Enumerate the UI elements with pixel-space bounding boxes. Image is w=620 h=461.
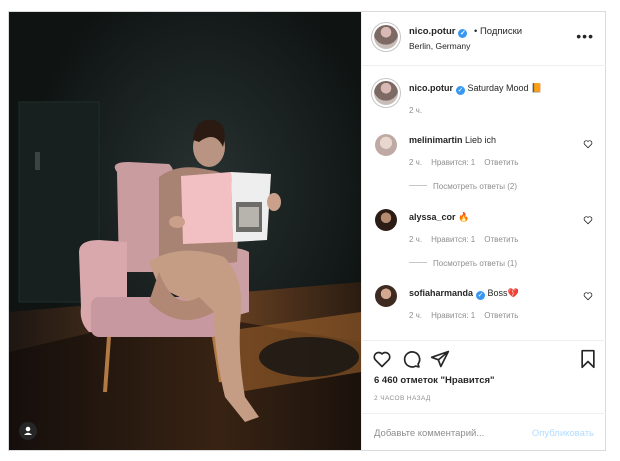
comment-meta: 2 ч. Нравится: 1 Ответить	[409, 158, 527, 167]
author-avatar[interactable]	[371, 22, 401, 52]
post-photo[interactable]	[9, 12, 361, 450]
comment-text: sofiaharmanda ✓ Boss💔	[409, 288, 519, 300]
follow-button[interactable]: • Подписки	[474, 26, 522, 37]
add-comment-bar: Добавьте комментарий... Опубликовать	[362, 413, 606, 451]
bookmark-icon[interactable]	[578, 349, 598, 369]
comment-avatar[interactable]	[375, 209, 397, 231]
more-icon[interactable]: •••	[576, 28, 594, 44]
view-replies-button[interactable]: Посмотреть ответы (1)	[409, 259, 517, 268]
comment-meta: 2 ч. Нравится: 1 Ответить	[409, 311, 527, 320]
likes-count[interactable]: 6 460 отметок "Нравится"	[374, 375, 495, 386]
comment-username[interactable]: sofiaharmanda	[409, 288, 473, 298]
comment-heart-icon[interactable]	[583, 139, 593, 149]
user-tag-icon[interactable]	[19, 422, 37, 440]
post-time[interactable]: 2 ЧАСОВ НАЗАД	[374, 395, 431, 402]
comment-text: alyssa_cor 🔥	[409, 212, 470, 222]
view-replies-button[interactable]: Посмотреть ответы (2)	[409, 182, 517, 191]
comment-username[interactable]: melinimartin	[409, 135, 463, 145]
comment-time: 2 ч.	[409, 235, 423, 244]
comments-list[interactable]: nico.potur ✓ Saturday Mood 📙 2 ч. melinim…	[362, 66, 606, 340]
verified-icon: ✓	[476, 291, 486, 300]
comment-username[interactable]: alyssa_cor	[409, 212, 456, 222]
verified-icon: ✓	[456, 86, 465, 95]
comment-likes[interactable]: Нравится: 1	[431, 311, 475, 320]
comment-icon[interactable]	[401, 349, 421, 369]
comment-time: 2 ч.	[409, 158, 423, 167]
caption-username[interactable]: nico.potur	[409, 83, 453, 93]
comment-heart-icon[interactable]	[583, 215, 593, 225]
location-link[interactable]: Berlin, Germany	[409, 41, 470, 51]
comment-text: melinimartin Lieb ich	[409, 135, 497, 145]
photo-illustration	[9, 12, 361, 450]
post-actions: 6 460 отметок "Нравится" 2 ЧАСОВ НАЗАД Д…	[362, 340, 606, 450]
comment-meta: 2 ч. Нравится: 1 Ответить	[409, 235, 527, 244]
reply-button[interactable]: Ответить	[484, 235, 518, 244]
caption-avatar[interactable]	[371, 78, 401, 108]
reply-button[interactable]: Ответить	[484, 311, 518, 320]
comment-likes[interactable]: Нравится: 1	[431, 158, 475, 167]
publish-button[interactable]: Опубликовать	[532, 428, 594, 439]
heart-icon[interactable]	[372, 349, 392, 369]
caption-text: nico.potur ✓ Saturday Mood 📙	[409, 83, 543, 95]
comment-time: 2 ч.	[409, 311, 423, 320]
comment-avatar[interactable]	[375, 285, 397, 307]
verified-icon: ✓	[458, 29, 468, 38]
comment-avatar[interactable]	[375, 134, 397, 156]
comment-input[interactable]: Добавьте комментарий...	[374, 428, 484, 439]
caption-time: 2 ч.	[409, 106, 423, 115]
post-modal: nico.potur ✓ • Подписки Berlin, Germany •…	[8, 11, 606, 451]
reply-button[interactable]: Ответить	[484, 158, 518, 167]
post-side-panel: nico.potur ✓ • Подписки Berlin, Germany •…	[361, 12, 606, 450]
book-emoji: 📙	[531, 83, 543, 93]
comment-heart-icon[interactable]	[583, 291, 593, 301]
post-header: nico.potur ✓ • Подписки Berlin, Germany •…	[362, 12, 606, 66]
share-icon[interactable]	[430, 349, 450, 369]
author-username[interactable]: nico.potur ✓	[409, 26, 468, 38]
comment-likes[interactable]: Нравится: 1	[431, 235, 475, 244]
